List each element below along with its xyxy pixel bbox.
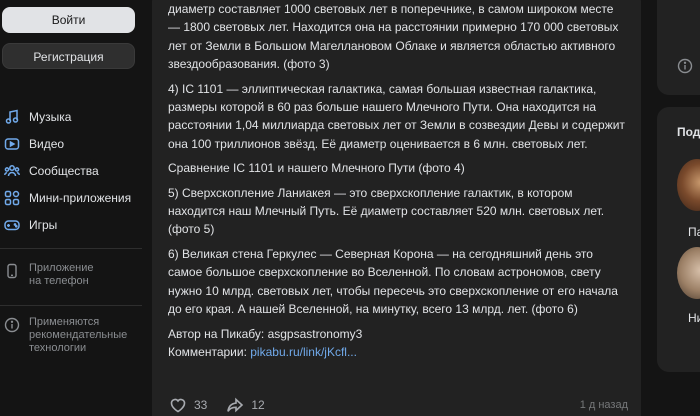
- avatar[interactable]: [677, 159, 700, 211]
- sidebar-nav: Музыка Видео Сообщества Мини-приложения …: [0, 103, 145, 238]
- sidebar-item-label: Сообщества: [29, 163, 99, 178]
- post-card: диаметр составляет 1000 световых лет в п…: [152, 0, 641, 416]
- post-comments-line: Комментарии: pikabu.ru/link/jKcfl...: [168, 343, 628, 361]
- right-suggestions-card: Под Па Ник: [657, 107, 700, 372]
- post-paragraph: 5) Сверхскопление Ланиакея — это сверхск…: [168, 185, 605, 237]
- sidebar-item-music[interactable]: Музыка: [0, 103, 145, 130]
- sidebar-divider: [0, 305, 142, 306]
- sidebar-item-video[interactable]: Видео: [0, 130, 145, 157]
- tech-note-text: Применяются рекомендательные технологии: [29, 316, 128, 354]
- avatar[interactable]: [677, 247, 700, 299]
- sidebar-divider: [0, 248, 142, 249]
- app-promo-text: Приложение на телефон: [29, 262, 94, 287]
- sidebar-item-label: Игры: [29, 217, 58, 232]
- like-count: 33: [194, 398, 208, 412]
- sidebar-item-label: Музыка: [29, 109, 72, 124]
- suggestions-title: Под: [677, 125, 700, 139]
- comments-link[interactable]: pikabu.ru/link/jKcfl...: [250, 345, 357, 359]
- music-icon: [4, 109, 20, 125]
- sidebar-item-communities[interactable]: Сообщества: [0, 157, 145, 184]
- phone-icon: [4, 263, 20, 279]
- post-paragraph: 6) Великая стена Геркулес — Северная Кор…: [168, 246, 618, 317]
- tech-note-link[interactable]: Применяются рекомендательные технологии: [4, 316, 127, 355]
- apps-icon: [4, 190, 20, 206]
- suggestion-name[interactable]: Па: [688, 225, 700, 239]
- share-button[interactable]: 12: [225, 395, 265, 415]
- post-paragraph: Сравнение IC 1101 и нашего Млечного Пути…: [168, 161, 465, 176]
- sidebar-item-label: Мини-приложения: [29, 190, 132, 205]
- register-button[interactable]: Регистрация: [2, 43, 135, 69]
- post-author-line: Автор на Пикабу: asgpsastronomy3: [168, 326, 363, 341]
- share-count: 12: [251, 398, 265, 412]
- post-text: диаметр составляет 1000 световых лет в п…: [168, 0, 628, 361]
- suggestion-name[interactable]: Ник: [688, 311, 700, 325]
- post-timestamp: 1 д назад: [579, 399, 628, 411]
- info-icon[interactable]: [677, 58, 693, 74]
- sidebar-item-mini-apps[interactable]: Мини-приложения: [0, 184, 145, 211]
- info-icon: [4, 317, 20, 333]
- gamepad-icon: [4, 217, 20, 233]
- post-paragraph: 4) IC 1101 — эллиптическая галактика, са…: [168, 81, 625, 151]
- sidebar-item-games[interactable]: Игры: [0, 211, 145, 238]
- left-sidebar: Войти Регистрация Музыка Видео Сообществ…: [0, 0, 145, 416]
- sidebar-item-label: Видео: [29, 136, 65, 151]
- comments-label: Комментарии:: [168, 344, 251, 359]
- right-info-card: [657, 0, 700, 95]
- login-button[interactable]: Войти: [2, 7, 135, 33]
- share-icon: [227, 397, 244, 413]
- heart-icon: [170, 398, 186, 413]
- app-promo-link[interactable]: Приложение на телефон: [4, 262, 94, 288]
- like-button[interactable]: 33: [168, 395, 207, 415]
- video-icon: [4, 136, 20, 152]
- post-footer: 33 12 1 д назад: [168, 395, 628, 415]
- communities-icon: [4, 163, 20, 179]
- post-paragraph: диаметр составляет 1000 световых лет в п…: [168, 2, 619, 72]
